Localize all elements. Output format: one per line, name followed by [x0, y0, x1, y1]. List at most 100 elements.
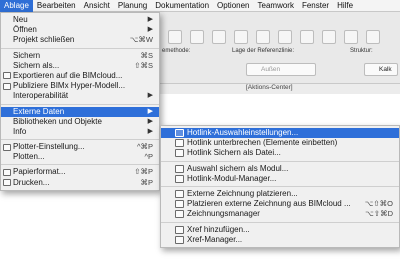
- hotlink-save-icon: [175, 149, 184, 158]
- menu-item-xref-manager[interactable]: Xref-Manager...: [161, 235, 399, 245]
- menu-item-hotlink-sichern[interactable]: Hotlink Sichern als Datei...: [161, 148, 399, 158]
- item-label: Öffnen: [13, 25, 37, 35]
- menu-item-platzieren-bimcloud[interactable]: Platzieren externe Zeichnung aus BIMclou…: [161, 199, 399, 209]
- menu-item-interoperabilitaet[interactable]: Interoperabilität ▶: [1, 91, 159, 101]
- menu-item-oeffnen[interactable]: Öffnen ▶: [1, 25, 159, 35]
- submenu-arrow-icon: ▶: [147, 16, 153, 23]
- menu-separator: [161, 185, 399, 187]
- item-label: Xref hinzufügen...: [187, 224, 250, 234]
- item-label: Auswahl sichern als Modul...: [187, 163, 289, 173]
- bimx-icon: [3, 82, 11, 90]
- menu-item-xref-hinzufuegen[interactable]: Xref hinzufügen...: [161, 225, 399, 235]
- menu-item-hotlink-auswahleinstellungen[interactable]: Hotlink-Auswahleinstellungen...: [161, 128, 399, 139]
- item-label: Hotlink unterbrechen (Elemente einbetten…: [187, 138, 338, 148]
- tool-button[interactable]: [212, 30, 226, 44]
- submenu-arrow-icon: ▶: [147, 127, 153, 135]
- menu-item-bibliotheken[interactable]: Bibliotheken und Objekte ▶: [1, 117, 159, 127]
- menu-item-sichern[interactable]: Sichern ⌘S: [1, 51, 159, 61]
- menu-item-zeichnungsmanager[interactable]: Zeichnungsmanager ⌥⇧⌘D: [161, 209, 399, 219]
- item-label: Externe Zeichnung platzieren...: [187, 188, 298, 198]
- tool-button[interactable]: [300, 30, 314, 44]
- hotlink-settings-icon: [175, 129, 184, 137]
- shortcut: ⌥⇧⌘O: [364, 199, 393, 209]
- menu-item-neu[interactable]: Neu ▶: [1, 15, 159, 25]
- item-label: Externe Daten: [13, 106, 65, 116]
- xref-manager-icon: [175, 235, 184, 244]
- item-label: Papierformat...: [13, 167, 66, 177]
- drawing-manager-icon: [175, 210, 184, 219]
- item-label: Info: [13, 126, 27, 136]
- item-label: Hotlink Sichern als Datei...: [187, 148, 281, 158]
- reference-line-field[interactable]: Außen: [246, 63, 316, 76]
- item-label: Publiziere BIMx Hyper-Modell...: [13, 81, 126, 91]
- bimcloud-icon: [3, 72, 11, 80]
- page-setup-icon: [3, 168, 11, 176]
- module-save-icon: [175, 164, 184, 173]
- tool-button[interactable]: [366, 30, 380, 44]
- shortcut: ⇧⌘P: [134, 167, 153, 177]
- hotlink-break-icon: [175, 139, 184, 148]
- tool-button[interactable]: [190, 30, 204, 44]
- plotter-icon: [3, 143, 11, 151]
- menu-bar: Ablage Bearbeiten Ansicht Planung Dokume…: [0, 0, 400, 12]
- menu-separator: [1, 47, 159, 49]
- menu-item-projekt-schliessen[interactable]: Projekt schließen ⌥⌘W: [1, 35, 159, 45]
- submenu-arrow-icon: ▶: [147, 107, 153, 115]
- tool-button[interactable]: [234, 30, 248, 44]
- tool-button[interactable]: [168, 30, 182, 44]
- ablage-menu: Neu ▶ Öffnen ▶ Projekt schließen ⌥⌘W Sicher…: [0, 12, 160, 191]
- menu-item-info[interactable]: Info ▶: [1, 127, 159, 137]
- externe-daten-submenu: Hotlink-Auswahleinstellungen... Hotlink …: [160, 125, 400, 248]
- menu-item-sichern-als[interactable]: Sichern als... ⇧⌘S: [1, 61, 159, 71]
- menu-item-plotten[interactable]: Plotten... ^P: [1, 152, 159, 162]
- menu-fenster[interactable]: Fenster: [298, 0, 333, 12]
- menu-optionen[interactable]: Optionen: [213, 0, 253, 12]
- item-label: Hotlink-Auswahleinstellungen...: [187, 128, 299, 137]
- menu-item-hotlink-modul-manager[interactable]: Hotlink-Modul-Manager...: [161, 174, 399, 184]
- menu-item-drucken[interactable]: Drucken... ⌘P: [1, 178, 159, 188]
- item-label: Plotter-Einstellung...: [13, 142, 85, 152]
- submenu-arrow-icon: ▶: [147, 117, 153, 125]
- tab-aktions-center[interactable]: [Aktions-Center]: [246, 84, 293, 94]
- menu-separator: [161, 221, 399, 223]
- menu-teamwork[interactable]: Teamwork: [254, 0, 298, 12]
- tool-button[interactable]: [322, 30, 336, 44]
- xref-add-icon: [175, 225, 184, 234]
- menu-dokumentation[interactable]: Dokumentation: [151, 0, 213, 12]
- menu-item-externe-daten[interactable]: Externe Daten ▶: [1, 106, 159, 117]
- item-label: Xref-Manager...: [187, 234, 243, 244]
- item-label: Plotten...: [13, 152, 45, 162]
- menu-bearbeiten[interactable]: Bearbeiten: [33, 0, 80, 12]
- item-label: Hotlink-Modul-Manager...: [187, 173, 277, 183]
- item-label: Neu: [13, 15, 28, 24]
- tool-button[interactable]: [256, 30, 270, 44]
- submenu-arrow-icon: ▶: [147, 26, 153, 34]
- menu-separator: [161, 160, 399, 162]
- module-manager-icon: [175, 174, 184, 183]
- shortcut: ⌘S: [140, 50, 153, 60]
- menu-planung[interactable]: Planung: [114, 0, 151, 12]
- menu-item-exportieren-bimcloud[interactable]: Exportieren auf die BIMcloud...: [1, 71, 159, 81]
- structure-field[interactable]: Kalk: [364, 63, 398, 76]
- menu-item-plotter-einstellung[interactable]: Plotter-Einstellung... ^⌘P: [1, 142, 159, 152]
- menu-item-papierformat[interactable]: Papierformat... ⇧⌘P: [1, 167, 159, 177]
- tool-button[interactable]: [278, 30, 292, 44]
- shortcut: ⌥⌘W: [129, 35, 153, 45]
- menu-ansicht[interactable]: Ansicht: [80, 0, 114, 12]
- drawing-place-icon: [175, 189, 184, 198]
- menu-item-publiziere-bimx[interactable]: Publiziere BIMx Hyper-Modell...: [1, 81, 159, 91]
- menu-separator: [1, 103, 159, 105]
- bimcloud-drawing-icon: [175, 200, 184, 209]
- menu-ablage[interactable]: Ablage: [0, 0, 33, 12]
- menu-separator: [1, 139, 159, 141]
- menu-item-hotlink-unterbrechen[interactable]: Hotlink unterbrechen (Elemente einbetten…: [161, 138, 399, 148]
- item-label: Sichern als...: [13, 60, 60, 70]
- menu-item-auswahl-sichern-modul[interactable]: Auswahl sichern als Modul...: [161, 164, 399, 174]
- item-label: Platzieren externe Zeichnung aus BIMclou…: [187, 199, 351, 209]
- menu-item-externe-zeichnung-platzieren[interactable]: Externe Zeichnung platzieren...: [161, 189, 399, 199]
- item-label: Bibliotheken und Objekte: [13, 116, 102, 126]
- menu-hilfe[interactable]: Hilfe: [333, 0, 357, 12]
- menu-separator: [1, 164, 159, 166]
- shortcut: ^⌘P: [136, 142, 153, 152]
- tool-button[interactable]: [344, 30, 358, 44]
